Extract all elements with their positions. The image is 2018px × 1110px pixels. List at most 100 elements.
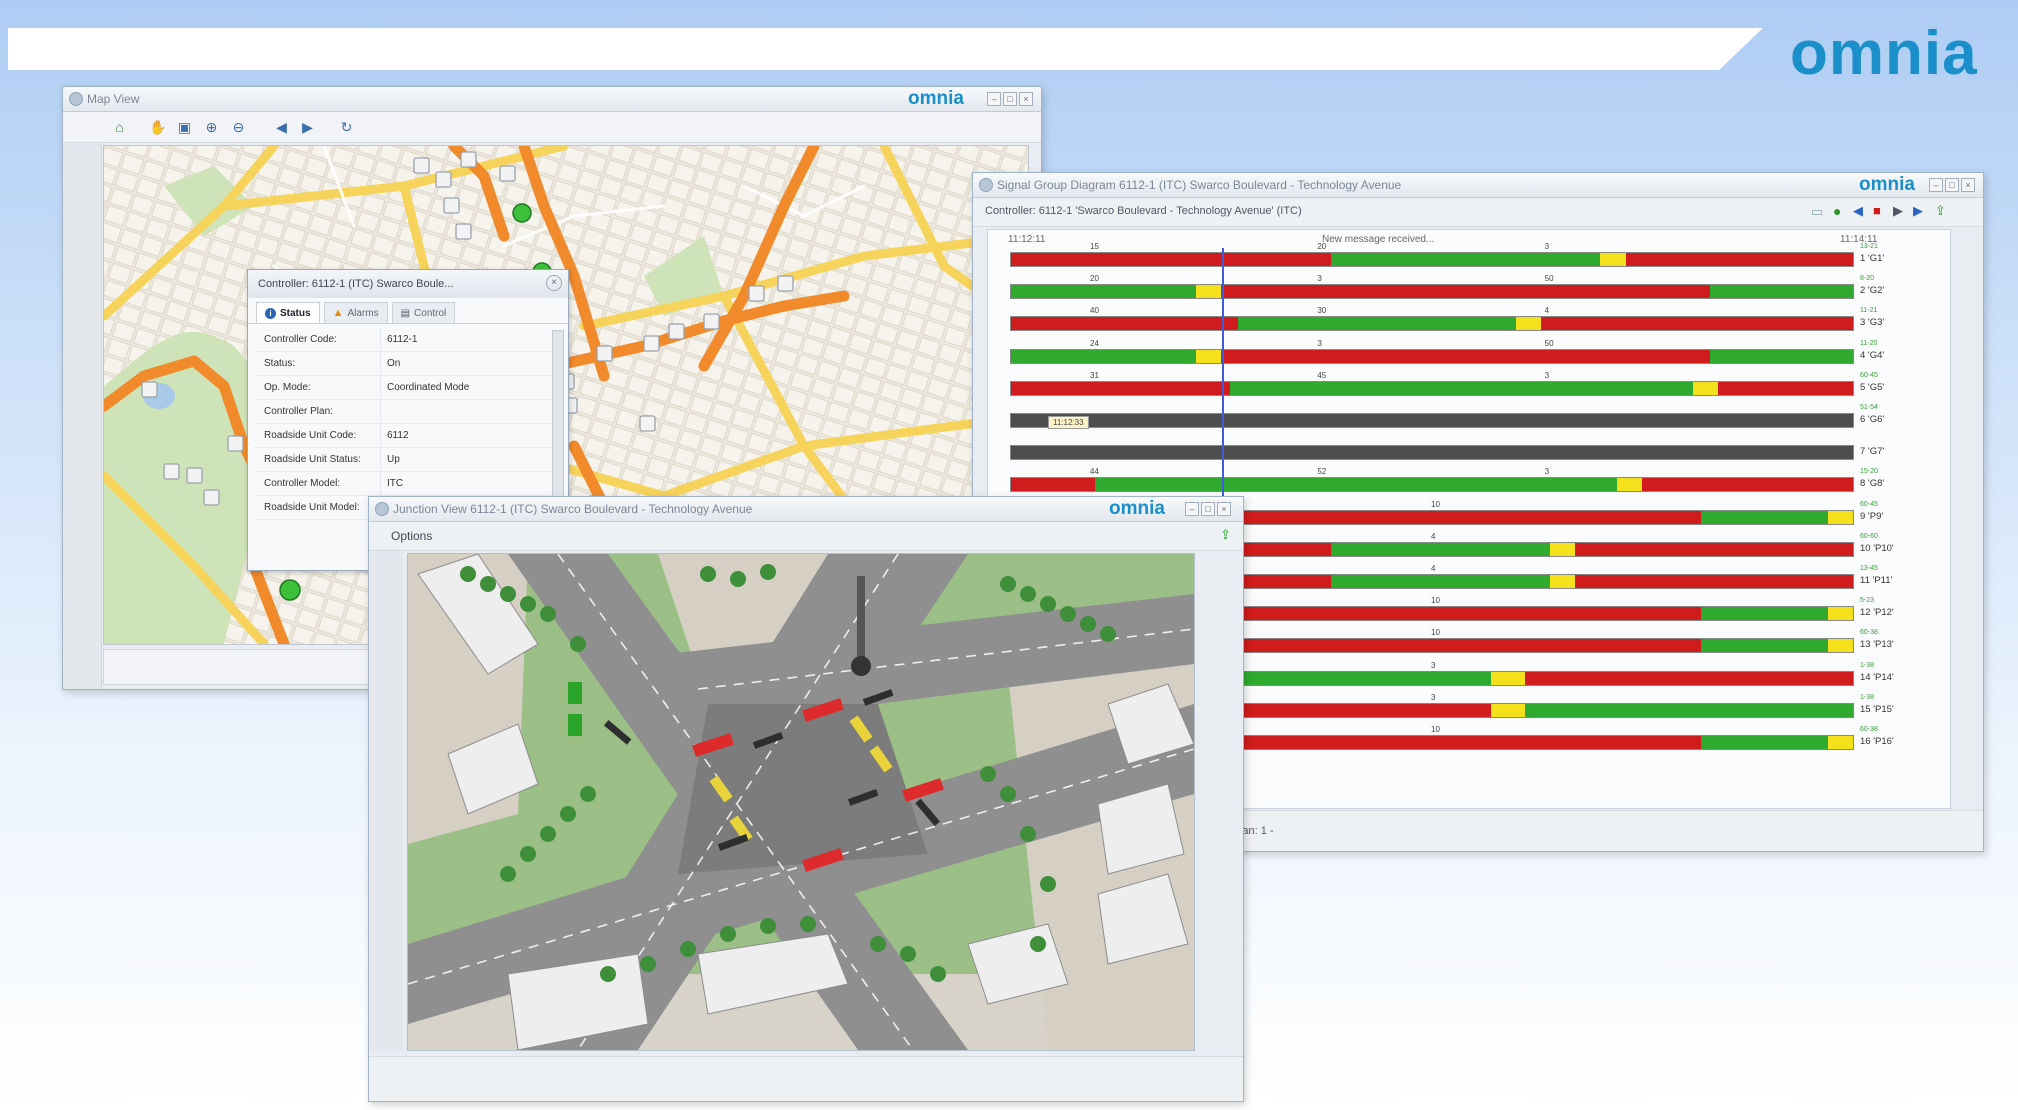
signal-group-label: 12 'P12' bbox=[1860, 607, 1894, 619]
warning-icon: ▲ bbox=[332, 307, 344, 319]
options-menu[interactable]: Options bbox=[391, 529, 432, 543]
signal-diagram-subheader: Controller: 6112-1 'Swarco Boulevard - T… bbox=[973, 198, 1983, 227]
prop-key: Roadside Unit Code: bbox=[264, 430, 357, 441]
zoom-out-icon[interactable]: ⊖ bbox=[230, 119, 247, 136]
junction-view-titlebar[interactable]: Junction View 6112-1 (ITC) Swarco Boulev… bbox=[369, 497, 1243, 522]
signal-group-range: 13-21 bbox=[1860, 243, 1878, 250]
signal-diagram-title: Signal Group Diagram 6112-1 (ITC) Swarco… bbox=[997, 178, 1402, 192]
signal-group-row bbox=[1010, 413, 1854, 428]
junction-view-window[interactable]: Junction View 6112-1 (ITC) Swarco Boulev… bbox=[368, 496, 1244, 1102]
header-banner bbox=[8, 28, 1763, 70]
signal-group-label: 4 'G4' bbox=[1860, 349, 1885, 361]
signal-group-label: 15 'P15' bbox=[1860, 703, 1894, 715]
junction-statusbar bbox=[369, 1056, 1243, 1101]
signal-phase-segment bbox=[1524, 703, 1853, 717]
rewind-icon[interactable]: ◀ bbox=[1853, 203, 1863, 219]
close-button[interactable]: × bbox=[1217, 502, 1231, 516]
phase-duration: 10 bbox=[1431, 628, 1440, 638]
signal-group-range: 8-20 bbox=[1860, 275, 1875, 283]
signal-group-range: 60-38 bbox=[1860, 629, 1878, 637]
fast-forward-icon[interactable]: ▶ bbox=[1913, 203, 1923, 219]
phase-duration: 15 bbox=[1090, 242, 1099, 251]
tab-status[interactable]: i Status bbox=[256, 302, 320, 323]
signal-group-row bbox=[1010, 316, 1854, 332]
signal-group-label: 6 'G6' bbox=[1860, 414, 1885, 425]
popup-close-icon[interactable]: × bbox=[546, 275, 562, 291]
maximize-button[interactable]: □ bbox=[1945, 178, 1959, 192]
signal-phase-segment bbox=[1011, 349, 1197, 363]
signal-phase-segment bbox=[1625, 253, 1853, 266]
phase-duration: 3 bbox=[1544, 370, 1550, 380]
signal-phase-segment bbox=[1642, 478, 1853, 492]
prop-row: Controller Plan: bbox=[254, 400, 550, 424]
status-properties: Controller Code: 6112-1 Status: On Op. Mod… bbox=[254, 328, 550, 520]
phase-duration: 31 bbox=[1090, 370, 1099, 380]
export-icon[interactable]: ⇪ bbox=[1935, 203, 1946, 219]
junction-3d-view[interactable] bbox=[407, 553, 1195, 1051]
signal-group-label: 8 'G8' bbox=[1860, 478, 1885, 490]
play-green-icon[interactable]: ● bbox=[1833, 203, 1841, 219]
signal-group-range: 15-20 bbox=[1860, 468, 1878, 476]
stop-icon[interactable]: ■ bbox=[1873, 203, 1881, 218]
signal-group-label: 3 'G3' bbox=[1860, 317, 1885, 329]
popup-scrollbar[interactable] bbox=[552, 330, 564, 512]
minimize-button[interactable]: – bbox=[987, 92, 1001, 106]
close-button[interactable]: × bbox=[1961, 178, 1975, 192]
select-icon[interactable]: ▣ bbox=[176, 119, 193, 136]
phase-duration: 4 bbox=[1544, 306, 1550, 316]
signal-group-row bbox=[1010, 348, 1854, 364]
prop-row: Controller Model: ITC bbox=[254, 472, 550, 496]
hand-icon[interactable]: ✋ bbox=[149, 119, 166, 136]
signal-phase-segment bbox=[1827, 639, 1853, 653]
refresh-icon[interactable]: ↻ bbox=[338, 119, 355, 136]
play-icon[interactable]: ▶ bbox=[1893, 203, 1903, 219]
signal-phase-segment bbox=[1549, 575, 1576, 588]
minimize-button[interactable]: – bbox=[1185, 502, 1199, 516]
popup-tabs: i Status ▲ Alarms ▤ Control bbox=[248, 298, 568, 324]
tab-alarms[interactable]: ▲ Alarms bbox=[323, 302, 388, 323]
maximize-button[interactable]: □ bbox=[1201, 502, 1215, 516]
signal-phase-segment bbox=[1827, 510, 1853, 524]
signal-group-row bbox=[1010, 284, 1854, 300]
maximize-button[interactable]: □ bbox=[1003, 92, 1017, 106]
forward-icon[interactable]: ▶ bbox=[299, 119, 316, 136]
signal-phase-segment bbox=[1709, 349, 1853, 363]
zoom-in-icon[interactable]: ⊕ bbox=[203, 119, 220, 136]
back-icon[interactable]: ◀ bbox=[273, 119, 290, 136]
phase-duration: 10 bbox=[1431, 499, 1440, 509]
phase-duration: 4 bbox=[1431, 531, 1436, 541]
signal-phase-segment bbox=[1011, 285, 1197, 299]
signal-phase-segment bbox=[1827, 607, 1853, 621]
signal-group-label: 9 'P9' bbox=[1860, 510, 1884, 522]
close-button[interactable]: × bbox=[1019, 92, 1033, 106]
signal-phase-segment bbox=[1011, 253, 1331, 266]
prop-key: Controller Code: bbox=[264, 334, 337, 345]
signal-phase-segment bbox=[1221, 285, 1710, 299]
signal-group-label: 11 'P11' bbox=[1860, 575, 1893, 586]
signal-phase-segment bbox=[1011, 381, 1230, 395]
signal-phase-segment bbox=[1011, 414, 1853, 427]
signal-group-label: 1 'G1' bbox=[1860, 253, 1885, 264]
signal-phase-segment bbox=[1011, 317, 1239, 331]
signal-diagram-titlebar[interactable]: Signal Group Diagram 6112-1 (ITC) Swarco… bbox=[973, 173, 1983, 198]
tab-control[interactable]: ▤ Control bbox=[391, 302, 456, 323]
signal-group-label: 7 'G7' bbox=[1860, 446, 1885, 458]
map-view-brand: omnia bbox=[908, 88, 964, 109]
phase-duration: 50 bbox=[1544, 274, 1554, 284]
prop-row: Roadside Unit Code: 6112 bbox=[254, 424, 550, 448]
prop-value: Up bbox=[380, 448, 550, 471]
pin-icon[interactable]: ⌂ bbox=[111, 119, 128, 136]
popup-title: Controller: 6112-1 (ITC) Swarco Boule... bbox=[248, 270, 568, 298]
minimize-button[interactable]: – bbox=[1929, 178, 1943, 192]
signal-diagram-brand: omnia bbox=[1859, 174, 1915, 195]
phase-duration: 24 bbox=[1090, 338, 1099, 348]
prop-value: 6112-1 bbox=[380, 328, 550, 351]
phase-duration: 3 bbox=[1317, 338, 1322, 348]
signal-phase-segment bbox=[1524, 671, 1853, 685]
junction-export-icon[interactable]: ⇪ bbox=[1220, 527, 1231, 543]
omnia-logo: omnia bbox=[1790, 19, 1978, 88]
map-view-titlebar[interactable]: Map View omnia – □ × bbox=[63, 87, 1041, 112]
layout-icon[interactable]: ▭ bbox=[1811, 204, 1823, 220]
signal-phase-segment bbox=[1238, 317, 1517, 331]
phase-duration: 40 bbox=[1090, 306, 1099, 316]
